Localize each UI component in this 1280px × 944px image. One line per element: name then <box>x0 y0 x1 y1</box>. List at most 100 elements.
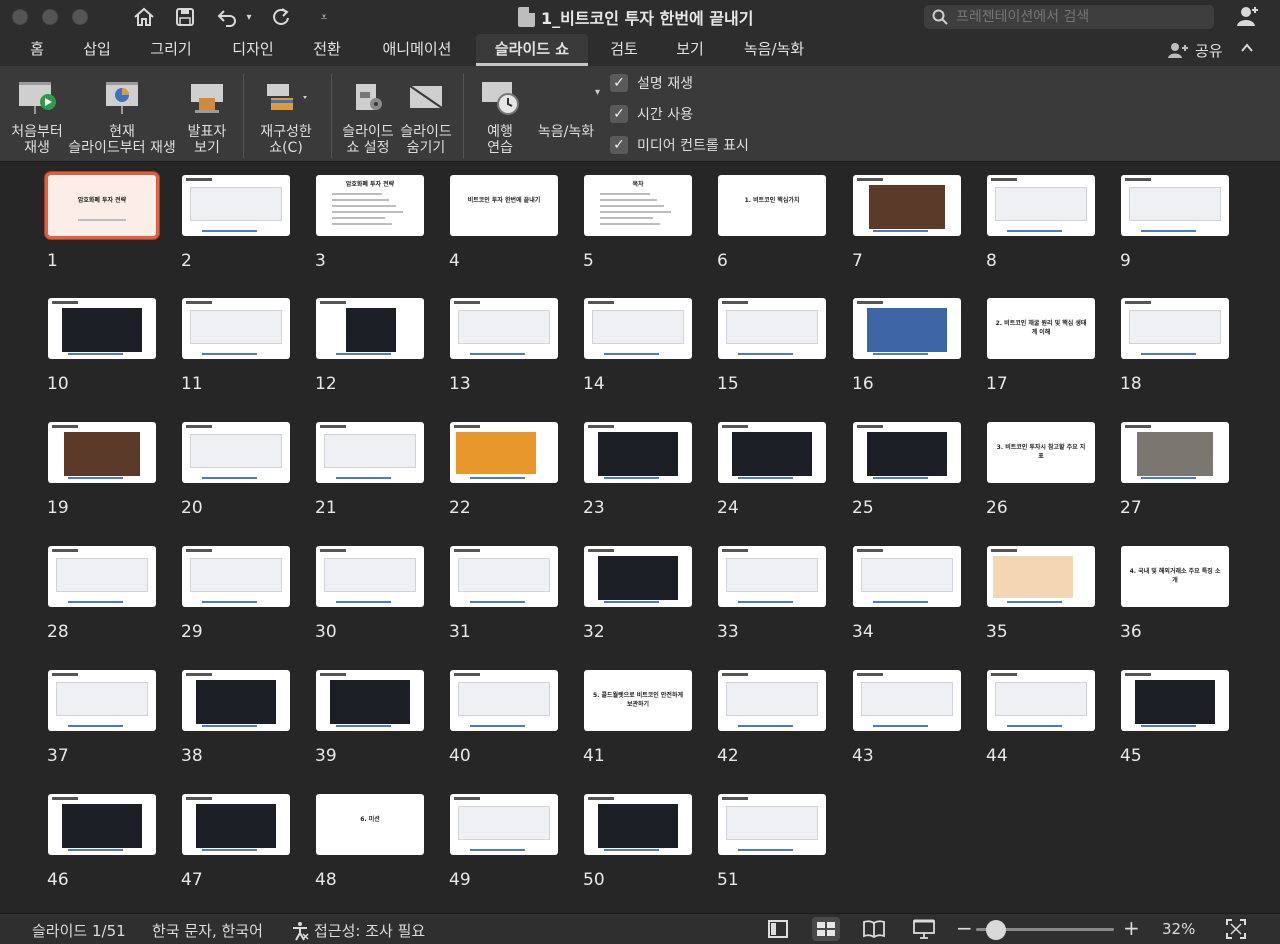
slide-thumbnail-23[interactable] <box>584 422 692 483</box>
slide-thumbnail-45[interactable] <box>1121 670 1229 731</box>
tab-slideshow[interactable]: 슬라이드 쇼 <box>476 34 588 66</box>
hide-slide-button[interactable]: 슬라이드 숨기기 <box>398 66 454 162</box>
tab-transitions[interactable]: 전환 <box>302 34 352 66</box>
presenter-view-button[interactable]: 발표자 보기 <box>180 66 234 162</box>
slide-thumbnail-33[interactable] <box>718 546 826 607</box>
play-from-start-button[interactable]: 처음부터 재생 <box>6 66 68 162</box>
slide-thumbnail-41[interactable]: 5. 콜드월렛으로 비트코인 안전하게 보관하기 <box>584 670 692 731</box>
slide-thumbnail-21[interactable] <box>316 422 424 483</box>
close-window-button[interactable] <box>12 9 28 25</box>
checkbox-checked-icon[interactable]: ✓ <box>610 105 628 123</box>
checkbox-checked-icon[interactable]: ✓ <box>610 74 628 92</box>
slide-thumbnail-16[interactable] <box>853 298 961 359</box>
tab-draw[interactable]: 그리기 <box>140 34 202 66</box>
tab-insert[interactable]: 삽입 <box>72 34 122 66</box>
show-media-controls-check[interactable]: ✓ 미디어 컨트롤 표시 <box>610 134 749 156</box>
reading-view-button[interactable] <box>860 917 888 941</box>
zoom-level[interactable]: 32% <box>1162 920 1195 938</box>
zoom-in-button[interactable]: + <box>1123 916 1140 940</box>
slide-thumbnail-1[interactable]: 암호화폐 투자 전략 <box>48 175 156 236</box>
slide-thumbnail-28[interactable] <box>48 546 156 607</box>
slide-thumbnail-3[interactable]: 암호화폐 투자 전략 <box>316 175 424 236</box>
slide-thumbnail-38[interactable] <box>182 670 290 731</box>
play-from-current-button[interactable]: 현재 슬라이드부터 재생 <box>68 66 176 162</box>
tab-view[interactable]: 보기 <box>666 34 714 66</box>
custom-show-button[interactable]: 재구성한 쇼(C) <box>250 66 322 162</box>
tab-recording[interactable]: 녹음/녹화 <box>734 34 814 66</box>
slide-thumbnail-22[interactable] <box>450 422 558 483</box>
use-timings-check[interactable]: ✓ 시간 사용 <box>610 103 693 125</box>
accessibility-status[interactable]: 접근성: 조사 필요 <box>290 920 425 941</box>
fit-to-window-button[interactable] <box>1222 917 1250 941</box>
slide-thumbnail-5[interactable]: 목차 <box>584 175 692 236</box>
slide-thumbnail-51[interactable] <box>718 794 826 855</box>
normal-view-button[interactable] <box>764 917 792 941</box>
slide-thumbnail-35[interactable] <box>987 546 1095 607</box>
slide-thumbnail-19[interactable] <box>48 422 156 483</box>
slide-thumbnail-6[interactable]: 1. 비트코인 핵심가치 <box>718 175 826 236</box>
tab-animations[interactable]: 애니메이션 <box>370 34 464 66</box>
slideshow-view-button[interactable] <box>910 917 938 941</box>
slide-thumbnail-17[interactable]: 2. 비트코인 채굴 원리 및 핵심 생태계 이해 <box>987 298 1095 359</box>
checkbox-checked-icon[interactable]: ✓ <box>610 136 628 154</box>
slide-thumbnail-34[interactable] <box>853 546 961 607</box>
slide-thumbnail-15[interactable] <box>718 298 826 359</box>
slide-thumbnail-12[interactable] <box>316 298 424 359</box>
zoom-out-button[interactable]: − <box>956 916 973 940</box>
slide-thumbnail-25[interactable] <box>853 422 961 483</box>
undo-dropdown-icon[interactable]: ▾ <box>242 4 256 30</box>
slide-thumbnail-36[interactable]: 4. 국내 및 해외거래소 주요 특징 소개 <box>1121 546 1229 607</box>
slide-thumbnail-31[interactable] <box>450 546 558 607</box>
slide-thumbnail-30[interactable] <box>316 546 424 607</box>
redo-icon[interactable] <box>268 4 294 30</box>
slide-thumbnail-11[interactable] <box>182 298 290 359</box>
slide-thumbnail-13[interactable] <box>450 298 558 359</box>
slide-thumbnail-46[interactable] <box>48 794 156 855</box>
save-icon[interactable] <box>172 4 198 30</box>
account-icon[interactable] <box>1236 4 1260 32</box>
rehearse-timings-button[interactable]: 예행 연습 <box>470 66 530 162</box>
slide-thumbnail-26[interactable]: 3. 비트코인 투자시 참고할 주요 지표 <box>987 422 1095 483</box>
slide-thumbnail-10[interactable] <box>48 298 156 359</box>
minimize-window-button[interactable] <box>42 9 58 25</box>
slide-thumbnail-50[interactable] <box>584 794 692 855</box>
slide-thumbnail-2[interactable] <box>182 175 290 236</box>
slide-thumbnail-42[interactable] <box>718 670 826 731</box>
collapse-ribbon-icon[interactable] <box>1240 40 1254 59</box>
slide-thumbnail-27[interactable] <box>1121 422 1229 483</box>
search-box[interactable] <box>924 5 1214 29</box>
setup-show-button[interactable]: 슬라이드 쇼 설정 <box>338 66 398 162</box>
slide-thumbnail-44[interactable] <box>987 670 1095 731</box>
home-icon[interactable] <box>130 4 158 30</box>
language-indicator[interactable]: 한국 문자, 한국어 <box>152 920 263 941</box>
tab-review[interactable]: 검토 <box>600 34 648 66</box>
search-input[interactable] <box>956 9 1196 25</box>
slide-thumbnail-7[interactable] <box>853 175 961 236</box>
play-narrations-check[interactable]: ✓ 설명 재생 <box>610 72 693 94</box>
share-button[interactable]: 공유 <box>1166 39 1223 61</box>
record-button[interactable]: ▾ 녹음/녹화 <box>532 66 600 162</box>
slide-thumbnail-4[interactable]: 비트코인 투자 한번에 끝내기 <box>450 175 558 236</box>
undo-icon[interactable] <box>214 4 240 30</box>
slide-thumbnail-47[interactable] <box>182 794 290 855</box>
zoom-slider-thumb[interactable] <box>986 920 1006 940</box>
slide-sorter-view-button[interactable] <box>812 917 840 941</box>
slide-thumbnail-32[interactable] <box>584 546 692 607</box>
slide-thumbnail-43[interactable] <box>853 670 961 731</box>
slide-thumbnail-40[interactable] <box>450 670 558 731</box>
slide-thumbnail-48[interactable]: 6. 미션 <box>316 794 424 855</box>
slide-thumbnail-9[interactable] <box>1121 175 1229 236</box>
tab-design[interactable]: 디자인 <box>222 34 284 66</box>
slide-thumbnail-20[interactable] <box>182 422 290 483</box>
slide-thumbnail-39[interactable] <box>316 670 424 731</box>
slide-thumbnail-8[interactable] <box>987 175 1095 236</box>
slide-thumbnail-29[interactable] <box>182 546 290 607</box>
slide-thumbnail-14[interactable] <box>584 298 692 359</box>
slide-thumbnail-24[interactable] <box>718 422 826 483</box>
zoom-window-button[interactable] <box>72 9 88 25</box>
slide-thumbnail-49[interactable] <box>450 794 558 855</box>
slide-thumbnail-18[interactable] <box>1121 298 1229 359</box>
slide-thumbnail-37[interactable] <box>48 670 156 731</box>
tab-home[interactable]: 홈 <box>20 34 54 66</box>
customize-toolbar-icon[interactable]: ⩡ <box>314 4 334 30</box>
